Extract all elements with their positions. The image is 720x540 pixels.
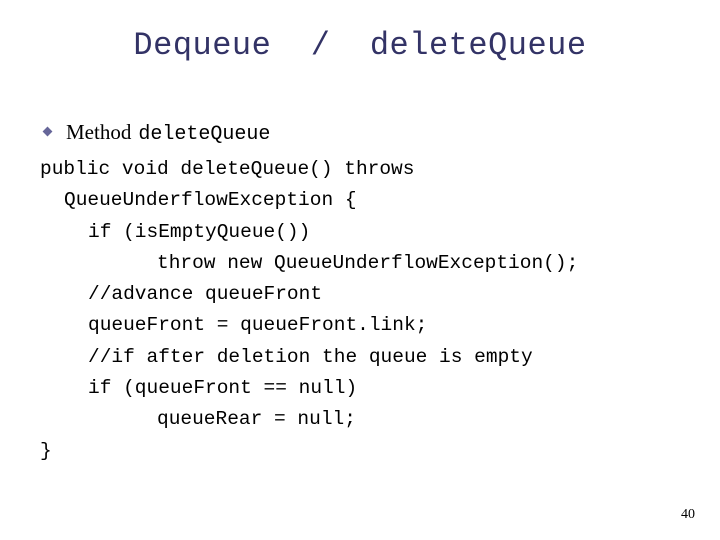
presentation-slide: Dequeue / deleteQueue Method deleteQueue…	[0, 0, 720, 540]
code-line: }	[40, 439, 52, 462]
code-line: //if after deletion the queue is empty	[88, 345, 533, 368]
code-line: public void deleteQueue() throws	[40, 158, 415, 180]
bullet-label-method: Method	[66, 120, 132, 144]
bullet-label-method-name: deleteQueue	[138, 123, 271, 146]
code-line: if (isEmptyQueue())	[88, 220, 311, 243]
diamond-bullet-icon	[42, 126, 53, 137]
code-line: throw new QueueUnderflowException();	[157, 251, 579, 274]
slide-title: Dequeue / deleteQueue	[133, 27, 587, 64]
bullet-list-item: Method deleteQueue	[42, 119, 271, 148]
slide-page-number: 40	[681, 507, 695, 522]
code-line: QueueUnderflowException {	[64, 189, 357, 212]
code-line: queueFront = queueFront.link;	[88, 314, 428, 337]
code-line: //advance queueFront	[88, 283, 323, 306]
code-line: queueRear = null;	[157, 408, 356, 431]
code-line: if (queueFront == null)	[88, 377, 358, 400]
code-block: public void deleteQueue() throws QueueUnd…	[40, 154, 700, 467]
